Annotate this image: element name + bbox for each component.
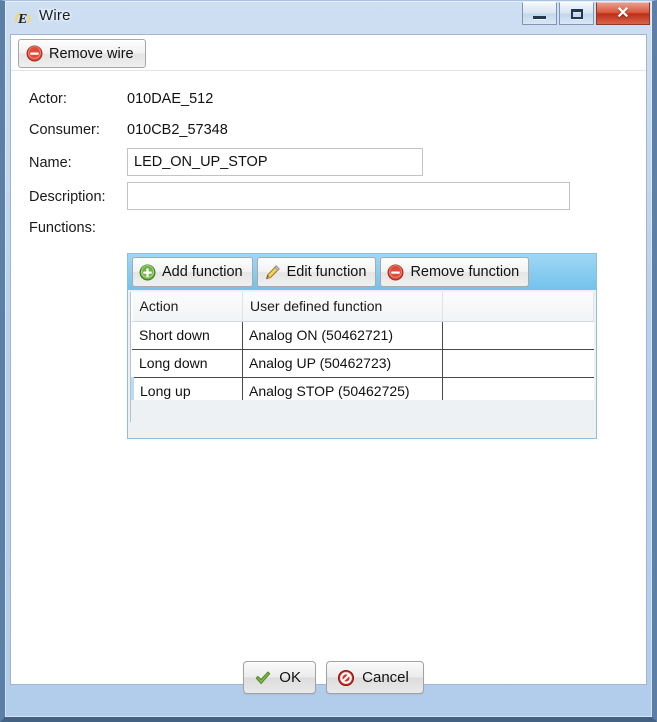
functions-toolbar: Add function Edit function Remove functi… — [128, 254, 596, 290]
cancel-label: Cancel — [362, 669, 409, 686]
check-icon — [256, 670, 271, 684]
close-button[interactable]: ✕ — [596, 2, 650, 25]
dialog-footer: OK Cancel — [10, 661, 657, 709]
name-label: Name: — [29, 155, 72, 171]
ok-button[interactable]: OK — [243, 661, 317, 694]
title-bar[interactable]: E Wire ✕ — [5, 1, 652, 34]
cell-action: Short down — [132, 321, 243, 350]
description-input[interactable] — [127, 182, 570, 210]
column-header-user-defined-function[interactable]: User defined function — [242, 292, 443, 322]
functions-table: Action User defined function Short down … — [131, 292, 594, 406]
table-row[interactable]: Long down Analog UP (50462723) — [132, 349, 594, 378]
table-header-row: Action User defined function — [132, 292, 594, 322]
remove-wire-label: Remove wire — [49, 45, 134, 62]
remove-function-button[interactable]: Remove function — [380, 257, 530, 287]
remove-wire-button[interactable]: Remove wire — [18, 39, 146, 68]
window-title: Wire — [39, 7, 71, 24]
cell-extra — [442, 321, 594, 350]
add-function-label: Add function — [162, 264, 243, 280]
name-input[interactable]: LED_ON_UP_STOP — [127, 148, 423, 176]
remove-circle-icon — [26, 45, 43, 62]
column-header-action[interactable]: Action — [132, 292, 243, 322]
functions-label: Functions: — [29, 220, 96, 236]
actor-value: 010DAE_512 — [127, 91, 214, 107]
close-icon: ✕ — [616, 4, 630, 22]
cell-function: Analog UP (50462723) — [242, 349, 443, 378]
functions-panel: Add function Edit function Remove functi… — [127, 253, 597, 439]
add-circle-icon — [139, 264, 156, 280]
pencil-icon — [265, 264, 280, 279]
minimize-button[interactable] — [522, 2, 557, 25]
edit-function-button[interactable]: Edit function — [256, 257, 377, 287]
description-label: Description: — [29, 189, 106, 205]
maximize-button[interactable] — [559, 2, 594, 25]
ok-label: OK — [279, 669, 301, 686]
functions-grid[interactable]: Action User defined function Short down … — [130, 292, 594, 406]
maximize-icon — [570, 8, 583, 19]
dialog-client-area: Remove wire Actor: 010DAE_512 Consumer: … — [10, 34, 647, 685]
column-header-extra[interactable] — [442, 292, 594, 322]
cell-extra — [442, 349, 594, 378]
functions-table-body: Short down Analog ON (50462721) Long dow… — [131, 321, 594, 406]
wire-toolbar: Remove wire — [11, 35, 646, 71]
add-function-button[interactable]: Add function — [132, 257, 253, 287]
actor-label: Actor: — [29, 91, 67, 107]
remove-circle-icon — [387, 264, 404, 280]
edit-function-label: Edit function — [286, 264, 367, 280]
cancel-button[interactable]: Cancel — [326, 661, 424, 694]
table-row[interactable]: Short down Analog ON (50462721) — [132, 321, 594, 350]
wire-dialog-window: E Wire ✕ Remove wire Actor: 010DAE_512 C… — [0, 0, 657, 722]
window-controls: ✕ — [522, 2, 650, 26]
cancel-icon — [338, 669, 355, 686]
consumer-value: 010CB2_57348 — [127, 122, 228, 138]
cell-action: Long down — [132, 349, 243, 378]
cell-function: Analog ON (50462721) — [242, 321, 443, 350]
remove-function-label: Remove function — [410, 264, 520, 280]
app-e-icon: E — [14, 12, 31, 27]
svg-text:E: E — [17, 12, 27, 27]
minimize-icon — [533, 15, 546, 19]
grid-empty-area — [130, 400, 594, 422]
consumer-label: Consumer: — [29, 122, 100, 138]
